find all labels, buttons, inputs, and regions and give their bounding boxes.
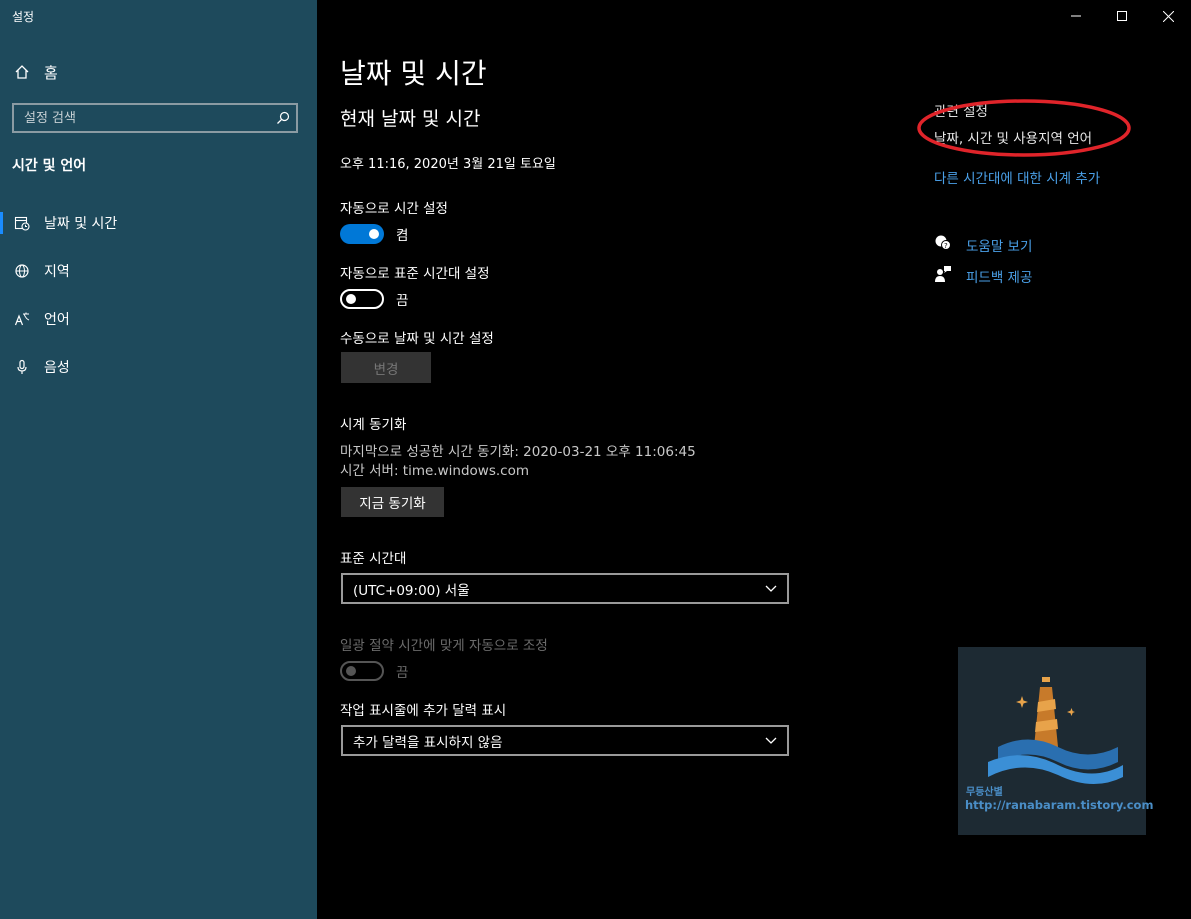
lighthouse-logo-icon	[988, 677, 1123, 785]
feedback-label: 피드백 제공	[966, 270, 1033, 286]
main-content: 날짜 및 시간 현재 날짜 및 시간 오후 11:16, 2020년 3월 21…	[317, 0, 1191, 919]
taskbar-calendar-value: 추가 달력을 표시하지 않음	[353, 734, 503, 751]
timezone-label: 표준 시간대	[340, 551, 407, 567]
sidebar-item-region[interactable]: 지역	[0, 256, 317, 286]
current-datetime: 오후 11:16, 2020년 3월 21일 토요일	[340, 157, 556, 172]
taskbar-calendar-label: 작업 표시줄에 추가 달력 표시	[340, 703, 507, 719]
taskbar-calendar-select[interactable]: 추가 달력을 표시하지 않음	[341, 725, 789, 756]
dst-label: 일광 절약 시간에 맞게 자동으로 조정	[340, 638, 548, 654]
timezone-value: (UTC+09:00) 서울	[353, 582, 470, 599]
chevron-down-icon	[765, 585, 777, 592]
globe-icon	[0, 263, 44, 279]
sidebar-item-label: 날짜 및 시간	[44, 216, 118, 232]
section-title-current: 현재 날짜 및 시간	[340, 108, 481, 130]
manual-label: 수동으로 날짜 및 시간 설정	[340, 331, 494, 347]
calendar-clock-icon	[0, 215, 44, 231]
auto-time-label: 자동으로 시간 설정	[340, 201, 448, 217]
search-input[interactable]	[14, 104, 270, 132]
minimize-icon	[1071, 15, 1081, 17]
help-link[interactable]: ? 도움말 보기	[934, 234, 1032, 256]
close-button[interactable]	[1145, 0, 1191, 32]
sync-now-button[interactable]: 지금 동기화	[341, 487, 444, 517]
auto-time-state: 켬	[396, 228, 409, 244]
app-title: 설정	[12, 10, 35, 24]
sidebar-item-date-time[interactable]: 날짜 및 시간	[0, 208, 317, 238]
sidebar: 설정 홈 시간 및 언어 날짜 및 시간 지역 언어 음성	[0, 0, 317, 919]
close-icon	[1162, 10, 1174, 22]
auto-timezone-label: 자동으로 표준 시간대 설정	[340, 266, 490, 282]
page-title: 날짜 및 시간	[340, 57, 487, 90]
dst-row: 끔	[340, 661, 408, 681]
maximize-icon	[1117, 11, 1127, 21]
feedback-link[interactable]: 피드백 제공	[934, 265, 1032, 287]
window-controls	[1053, 0, 1191, 32]
sync-title: 시계 동기화	[340, 417, 407, 433]
red-annotation-ellipse	[917, 99, 1131, 157]
sidebar-item-speech[interactable]: 음성	[0, 352, 317, 382]
svg-text:?: ?	[944, 242, 948, 250]
time-server-text: 시간 서버: time.windows.com	[340, 463, 529, 479]
home-icon	[15, 65, 29, 79]
add-clock-link[interactable]: 다른 시간대에 대한 시계 추가	[934, 167, 1100, 187]
sidebar-item-label: 음성	[44, 360, 70, 376]
watermark-url: http://ranabaram.tistory.com	[965, 798, 1154, 812]
sidebar-section-title: 시간 및 언어	[12, 158, 87, 174]
help-chat-icon: ?	[934, 234, 966, 256]
nav-home[interactable]: 홈	[14, 60, 58, 84]
auto-timezone-state: 끔	[396, 293, 409, 309]
last-sync-text: 마지막으로 성공한 시간 동기화: 2020-03-21 오후 11:06:45	[340, 444, 696, 460]
search-icon[interactable]	[270, 111, 296, 125]
sidebar-item-language[interactable]: 언어	[0, 304, 317, 334]
change-button[interactable]: 변경	[341, 352, 431, 383]
auto-time-row: 켬	[340, 224, 408, 244]
watermark-logo: 무등산별 http://ranabaram.tistory.com	[958, 647, 1153, 835]
microphone-icon	[0, 359, 44, 375]
search-box[interactable]	[12, 103, 298, 133]
watermark-name: 무등산별	[966, 787, 1003, 798]
timezone-select[interactable]: (UTC+09:00) 서울	[341, 573, 789, 604]
language-icon	[0, 311, 44, 327]
help-label: 도움말 보기	[966, 239, 1033, 255]
chevron-down-icon	[765, 737, 777, 744]
feedback-icon	[934, 265, 966, 287]
sidebar-item-label: 지역	[44, 264, 70, 280]
dst-state: 끔	[396, 665, 409, 681]
minimize-button[interactable]	[1053, 0, 1099, 32]
auto-time-toggle[interactable]	[340, 224, 384, 244]
sidebar-item-label: 언어	[44, 312, 70, 328]
dst-toggle[interactable]	[340, 661, 384, 681]
auto-timezone-toggle[interactable]	[340, 289, 384, 309]
auto-timezone-row: 끔	[340, 289, 408, 309]
nav-home-label: 홈	[44, 63, 58, 82]
maximize-button[interactable]	[1099, 0, 1145, 32]
